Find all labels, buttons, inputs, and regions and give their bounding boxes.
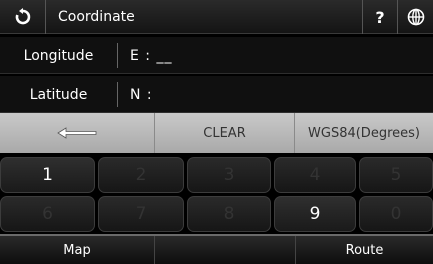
route-button[interactable]: Route (295, 236, 433, 264)
datum-button[interactable]: WGS84(Degrees) (295, 113, 433, 153)
key-8: 8 (187, 196, 271, 232)
title-bar: Coordinate ? (0, 0, 433, 34)
longitude-label: Longitude (0, 43, 118, 68)
longitude-value[interactable]: E : __ (130, 37, 172, 74)
bottom-bar: Map Route (0, 234, 433, 264)
clear-button[interactable]: CLEAR (155, 113, 295, 153)
latitude-value[interactable]: N : (130, 76, 153, 113)
latitude-field[interactable]: Latitude N : (0, 76, 433, 113)
function-row: CLEAR WGS84(Degrees) (0, 113, 433, 153)
key-3: 3 (187, 157, 271, 193)
key-1[interactable]: 1 (0, 157, 95, 193)
latitude-label: Latitude (0, 82, 118, 107)
help-icon: ? (375, 7, 385, 27)
key-0: 0 (359, 196, 433, 232)
refresh-back-icon (15, 8, 30, 25)
key-2: 2 (98, 157, 184, 193)
globe-icon (407, 8, 424, 26)
longitude-field[interactable]: Longitude E : __ (0, 37, 433, 74)
page-title: Coordinate (58, 9, 135, 25)
key-4: 4 (274, 157, 356, 193)
bottom-spacer (155, 236, 295, 264)
key-6: 6 (0, 196, 95, 232)
backspace-button[interactable] (0, 113, 155, 153)
globe-button[interactable] (397, 0, 433, 34)
key-7: 7 (98, 196, 184, 232)
key-9[interactable]: 9 (274, 196, 356, 232)
left-arrow-icon (57, 127, 97, 139)
map-button[interactable]: Map (0, 236, 155, 264)
help-button[interactable]: ? (362, 0, 397, 34)
back-button[interactable] (0, 0, 46, 34)
key-5: 5 (359, 157, 433, 193)
